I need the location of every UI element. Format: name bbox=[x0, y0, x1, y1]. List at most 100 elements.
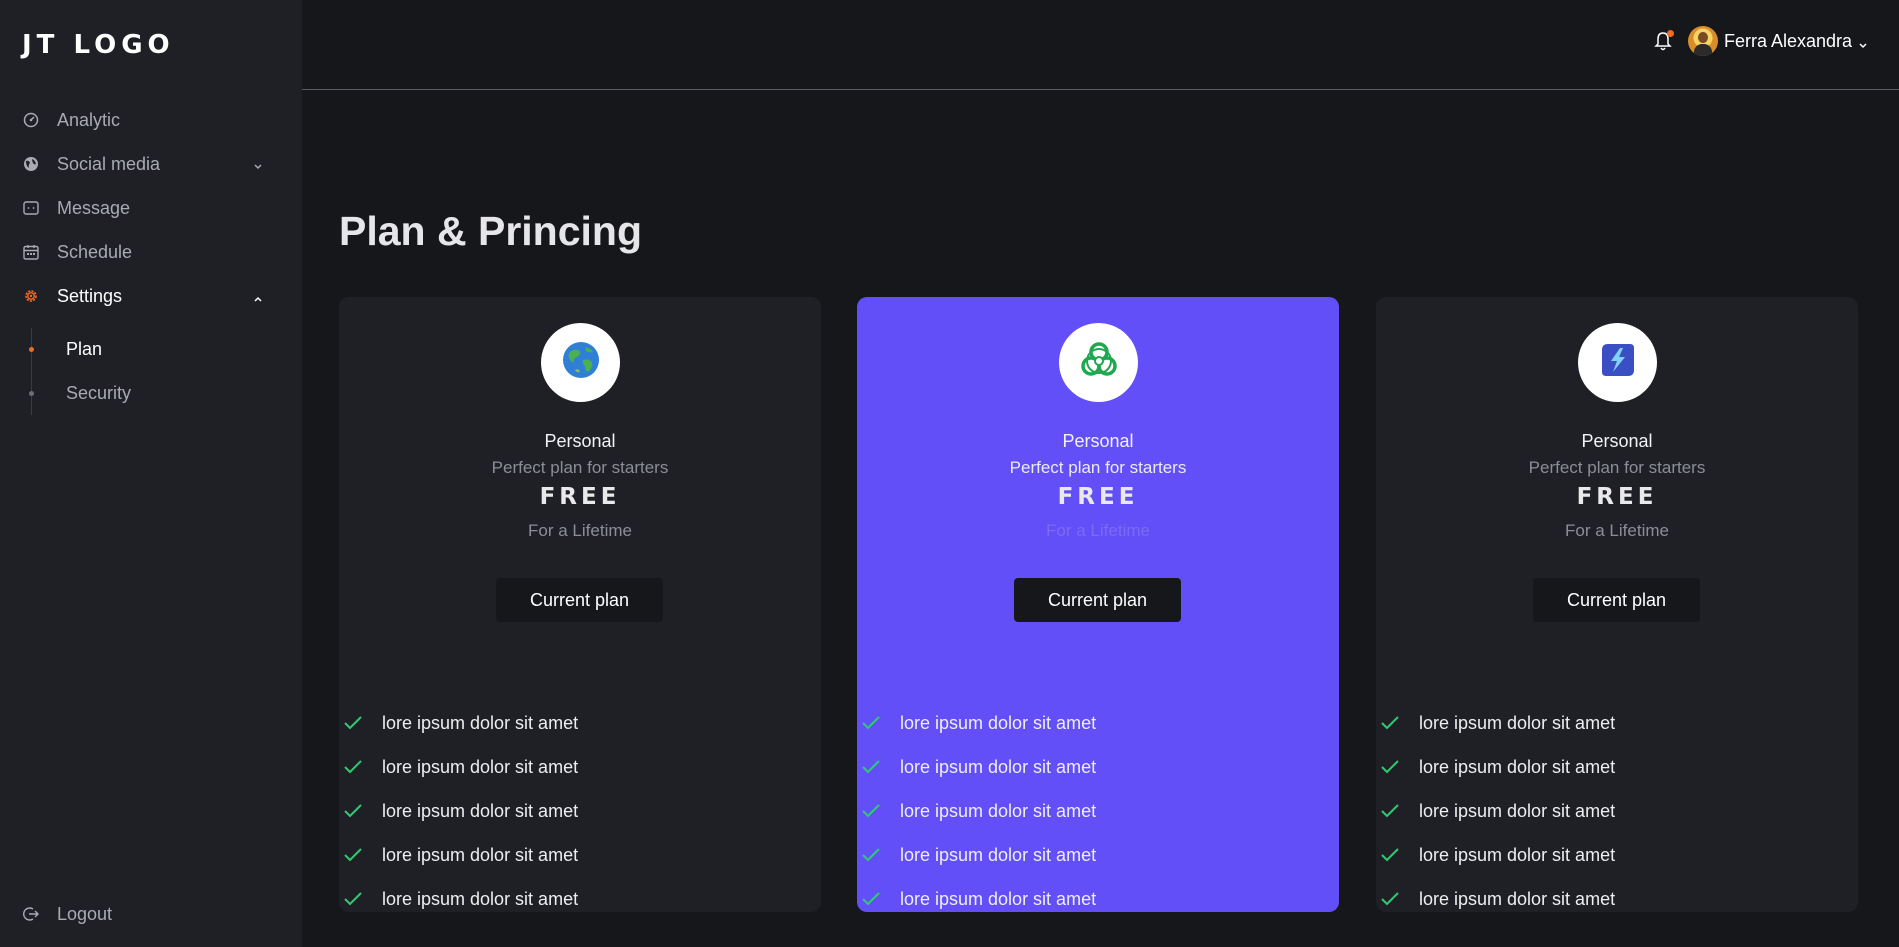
plan-card: Personal Perfect plan for starters FREE … bbox=[1376, 297, 1858, 912]
chevron-down-icon[interactable] bbox=[1859, 36, 1867, 54]
sidebar-item-schedule[interactable]: Schedule bbox=[22, 234, 272, 270]
check-icon bbox=[1380, 715, 1400, 731]
feature-item: lore ipsum dolor sit amet bbox=[343, 796, 578, 826]
check-icon bbox=[343, 803, 363, 819]
avatar[interactable] bbox=[1688, 26, 1718, 56]
plan-subtitle: Perfect plan for starters bbox=[491, 458, 669, 477]
check-icon bbox=[861, 803, 881, 819]
current-plan-button[interactable]: Current plan bbox=[496, 578, 663, 622]
sidebar-item-message[interactable]: Message bbox=[22, 190, 272, 226]
check-icon bbox=[1380, 847, 1400, 863]
feature-item: lore ipsum dolor sit amet bbox=[1380, 708, 1615, 738]
page-title: Plan & Princing bbox=[339, 208, 642, 254]
plan-title: Personal bbox=[1581, 431, 1653, 451]
chevron-up-icon bbox=[254, 289, 262, 307]
plan-title: Personal bbox=[544, 431, 616, 451]
feature-item: lore ipsum dolor sit amet bbox=[1380, 796, 1615, 826]
sidebar-subitem-security[interactable]: Security bbox=[26, 378, 131, 408]
logout-icon bbox=[22, 905, 40, 923]
feature-item: lore ipsum dolor sit amet bbox=[861, 884, 1096, 912]
feature-text: lore ipsum dolor sit amet bbox=[900, 756, 1097, 777]
lightning-bolt-icon bbox=[1598, 340, 1638, 385]
feature-text: lore ipsum dolor sit amet bbox=[382, 712, 579, 733]
check-icon bbox=[343, 715, 363, 731]
plan-subtitle: Perfect plan for starters bbox=[1528, 458, 1706, 477]
feature-text: lore ipsum dolor sit amet bbox=[900, 844, 1097, 865]
chevron-down-icon bbox=[254, 157, 262, 175]
message-icon bbox=[22, 199, 40, 217]
check-icon bbox=[343, 891, 363, 907]
active-dot-icon bbox=[29, 346, 34, 352]
check-icon bbox=[343, 847, 363, 863]
gear-icon bbox=[22, 287, 40, 305]
gauge-icon bbox=[22, 111, 40, 129]
feature-text: lore ipsum dolor sit amet bbox=[900, 888, 1097, 909]
feature-text: lore ipsum dolor sit amet bbox=[382, 800, 579, 821]
plan-period: For a Lifetime bbox=[1046, 521, 1150, 540]
current-plan-button[interactable]: Current plan bbox=[1533, 578, 1700, 622]
plan-subtitle: Perfect plan for starters bbox=[1009, 458, 1187, 477]
feature-text: lore ipsum dolor sit amet bbox=[382, 844, 579, 865]
plan-period: For a Lifetime bbox=[528, 521, 632, 540]
feature-text: lore ipsum dolor sit amet bbox=[1419, 712, 1616, 733]
feature-item: lore ipsum dolor sit amet bbox=[343, 884, 578, 912]
feature-item: lore ipsum dolor sit amet bbox=[343, 840, 578, 870]
check-icon bbox=[861, 759, 881, 775]
feature-item: lore ipsum dolor sit amet bbox=[343, 752, 578, 782]
plan-card: Personal Perfect plan for starters FREE … bbox=[339, 297, 821, 912]
dot-icon bbox=[29, 390, 34, 396]
sidebar-item-label: Social media bbox=[57, 153, 161, 174]
logout-label: Logout bbox=[57, 903, 113, 924]
sidebar-subitem-label: Plan bbox=[66, 338, 103, 359]
globe-icon bbox=[22, 155, 40, 173]
user-name[interactable]: Ferra Alexandra bbox=[1724, 31, 1852, 52]
sidebar-item-analytic[interactable]: Analytic bbox=[22, 102, 272, 138]
feature-item: lore ipsum dolor sit amet bbox=[861, 840, 1096, 870]
check-icon bbox=[861, 891, 881, 907]
notification-bell-button[interactable] bbox=[1653, 30, 1675, 54]
app-logo: JT LOGO bbox=[22, 30, 175, 60]
topbar: Ferra Alexandra bbox=[302, 0, 1899, 90]
sidebar-subitem-plan[interactable]: Plan bbox=[26, 334, 102, 364]
sidebar-item-label: Message bbox=[57, 197, 131, 218]
plan-price: FREE bbox=[539, 484, 621, 510]
check-icon bbox=[1380, 891, 1400, 907]
sidebar-item-label: Schedule bbox=[57, 241, 133, 262]
logout-button[interactable]: Logout bbox=[22, 896, 272, 932]
plan-period: For a Lifetime bbox=[1565, 521, 1669, 540]
feature-text: lore ipsum dolor sit amet bbox=[382, 888, 579, 909]
feature-text: lore ipsum dolor sit amet bbox=[382, 756, 579, 777]
feature-text: lore ipsum dolor sit amet bbox=[1419, 800, 1616, 821]
feature-text: lore ipsum dolor sit amet bbox=[1419, 888, 1616, 909]
plan-price: FREE bbox=[1057, 484, 1139, 510]
feature-item: lore ipsum dolor sit amet bbox=[1380, 840, 1615, 870]
feature-item: lore ipsum dolor sit amet bbox=[1380, 752, 1615, 782]
sidebar-subitem-label: Security bbox=[66, 382, 132, 403]
check-icon bbox=[343, 759, 363, 775]
calendar-icon bbox=[22, 243, 40, 261]
sidebar-item-label: Analytic bbox=[57, 109, 121, 130]
feature-item: lore ipsum dolor sit amet bbox=[861, 752, 1096, 782]
feature-item: lore ipsum dolor sit amet bbox=[861, 708, 1096, 738]
feature-item: lore ipsum dolor sit amet bbox=[343, 708, 578, 738]
plan-price: FREE bbox=[1576, 484, 1658, 510]
sidebar-item-settings[interactable]: Settings bbox=[22, 278, 272, 314]
bell-icon bbox=[1653, 32, 1673, 56]
check-icon bbox=[861, 715, 881, 731]
plan-icon-circle bbox=[1059, 323, 1138, 402]
current-plan-button[interactable]: Current plan bbox=[1014, 578, 1181, 622]
sidebar-item-label: Settings bbox=[57, 285, 123, 306]
feature-text: lore ipsum dolor sit amet bbox=[900, 712, 1097, 733]
check-icon bbox=[1380, 803, 1400, 819]
plan-card-featured: Personal Perfect plan for starters FREE … bbox=[857, 297, 1339, 912]
sidebar: JT LOGO Analytic Social media Message Sc… bbox=[0, 0, 302, 947]
feature-text: lore ipsum dolor sit amet bbox=[1419, 756, 1616, 777]
plan-title: Personal bbox=[1062, 431, 1134, 451]
sidebar-item-social-media[interactable]: Social media bbox=[22, 146, 272, 182]
biohazard-icon bbox=[1078, 339, 1120, 386]
check-icon bbox=[861, 847, 881, 863]
check-icon bbox=[1380, 759, 1400, 775]
feature-text: lore ipsum dolor sit amet bbox=[900, 800, 1097, 821]
earth-globe-icon bbox=[561, 340, 601, 385]
feature-text: lore ipsum dolor sit amet bbox=[1419, 844, 1616, 865]
